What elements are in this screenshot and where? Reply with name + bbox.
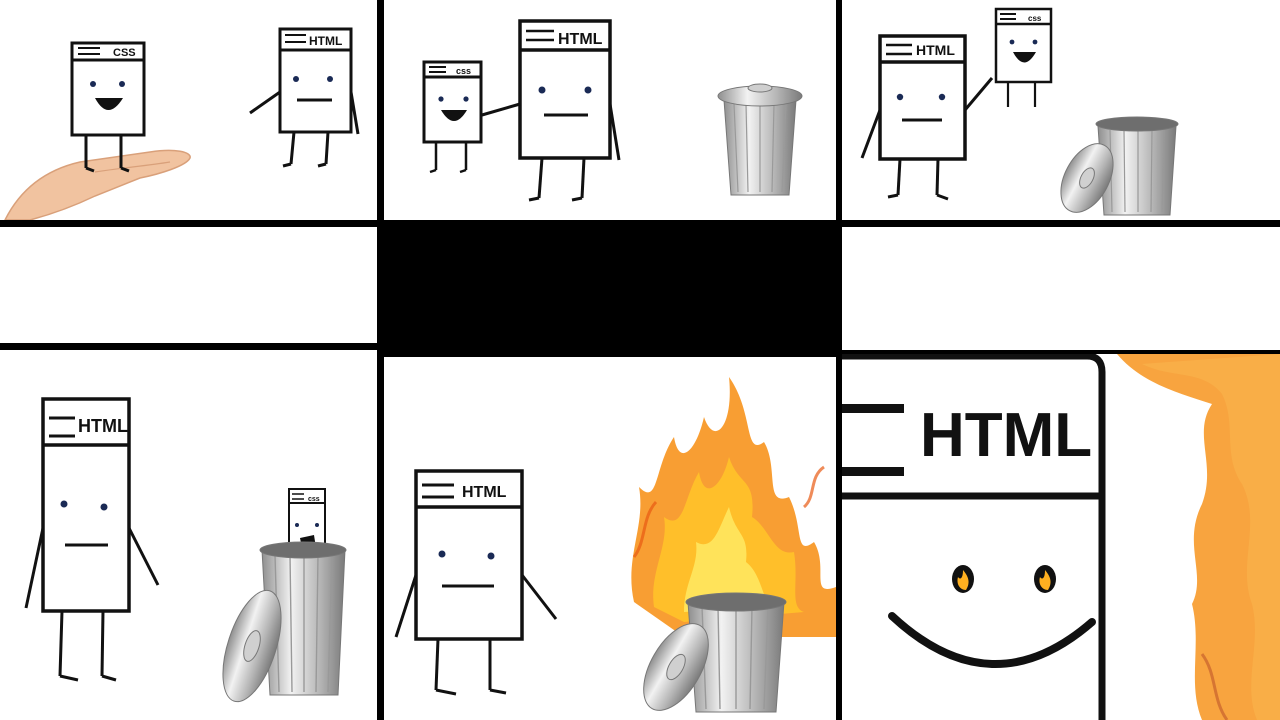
html-character: HTML xyxy=(24,397,160,682)
css-label: css xyxy=(1028,14,1042,23)
html-label: HTML xyxy=(78,416,128,436)
trash-can xyxy=(717,83,803,196)
css-character: css xyxy=(422,60,483,174)
html-character: HTML xyxy=(860,34,994,201)
css-label: css xyxy=(308,496,320,503)
panel-8: HTML xyxy=(384,357,836,720)
panel-3: HTML css xyxy=(842,0,1280,220)
html-label: HTML xyxy=(920,401,1092,470)
html-label: HTML xyxy=(558,31,603,48)
html-character: HTML xyxy=(394,469,558,696)
panel-7: HTML css xyxy=(0,350,377,720)
css-character: css xyxy=(994,7,1053,107)
panel-2: css HTML xyxy=(384,0,836,220)
panel-4-empty xyxy=(0,227,377,343)
hand-illustration xyxy=(4,149,191,220)
fire xyxy=(1117,354,1280,720)
css-label: CSS xyxy=(113,47,136,59)
panel-1: CSS HTML xyxy=(0,0,377,220)
html-label: HTML xyxy=(309,34,342,48)
css-character: CSS xyxy=(70,41,146,173)
trash-can xyxy=(1060,116,1179,216)
panel-9: HTML xyxy=(842,354,1280,720)
trash-can: css xyxy=(222,488,347,703)
css-label: css xyxy=(456,66,471,76)
comic-grid: CSS HTML css HTML HTML css HTML css HTML… xyxy=(0,0,1280,720)
panel-5-black xyxy=(384,227,836,353)
html-label: HTML xyxy=(916,42,955,58)
html-character-closeup: HTML xyxy=(842,354,1106,720)
html-character: HTML xyxy=(249,27,360,168)
panel-6-empty xyxy=(842,227,1280,350)
html-label: HTML xyxy=(462,484,507,501)
html-character: HTML xyxy=(481,19,621,202)
